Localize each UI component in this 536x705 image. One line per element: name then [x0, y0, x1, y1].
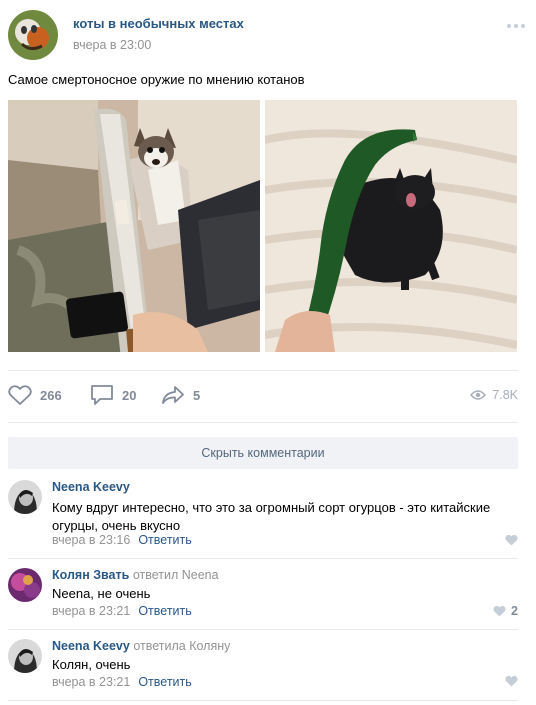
comment-count: 20	[122, 387, 137, 403]
eye-icon	[470, 390, 487, 400]
comment-text: Кому вдруг интересно, что это за огромны…	[52, 500, 491, 533]
heart-icon	[8, 385, 32, 405]
comment: Neena Keevy Кому вдруг интересно, что эт…	[8, 480, 518, 550]
comment-icon	[91, 385, 113, 405]
post-header: коты в необычных местах вчера в 23:00	[8, 10, 528, 62]
hide-comments-button[interactable]: Скрыть комментарии	[8, 437, 518, 469]
divider	[8, 629, 518, 630]
heart-icon	[505, 534, 518, 546]
comment-meta: вчера в 23:21 Ответить	[52, 604, 192, 618]
post-time[interactable]: вчера в 23:00	[73, 38, 151, 52]
views-count: 7.8K	[492, 388, 518, 402]
divider	[8, 422, 518, 423]
comment-like-button[interactable]	[505, 534, 518, 546]
comment-meta: вчера в 23:16 Ответить	[52, 533, 192, 547]
post-photo-1[interactable]	[8, 100, 260, 352]
heart-icon	[493, 605, 506, 617]
comment-header: Колян Звать ответил Neena	[52, 568, 219, 582]
comment-like-button[interactable]: 2	[493, 604, 518, 618]
post-actions: 266 20 5 7.8K	[8, 380, 518, 414]
comment-text: Колян, очень	[52, 657, 131, 672]
views-counter: 7.8K	[470, 388, 518, 402]
comment-author[interactable]: Neena Keevy	[52, 639, 130, 653]
reply-button[interactable]: Ответить	[138, 604, 191, 618]
avatar[interactable]	[8, 639, 42, 673]
like-count: 266	[40, 387, 62, 403]
share-icon	[162, 386, 184, 404]
post-text: Самое смертоносное оружие по мнению кота…	[8, 72, 305, 87]
comment-like-count: 2	[511, 604, 518, 618]
comment-author[interactable]: Колян Звать	[52, 568, 129, 582]
comment-date[interactable]: вчера в 23:21	[52, 604, 130, 618]
reply-to-link[interactable]: Neena	[182, 568, 219, 582]
more-options-icon[interactable]	[506, 20, 526, 32]
comment-meta: вчера в 23:21 Ответить	[52, 675, 192, 689]
group-avatar[interactable]	[8, 10, 58, 60]
reply-button[interactable]: Ответить	[138, 675, 191, 689]
comment-header: Neena Keevy	[52, 480, 130, 494]
post-photo-2[interactable]	[265, 100, 517, 352]
group-name[interactable]: коты в необычных местах	[73, 16, 244, 31]
replied-label: ответил	[132, 568, 179, 582]
comment-text: Neena, не очень	[52, 586, 151, 601]
comment-like-button[interactable]	[505, 675, 518, 687]
like-button[interactable]: 266	[8, 384, 62, 406]
reply-button[interactable]: Ответить	[138, 533, 191, 547]
divider	[8, 700, 518, 701]
comment: Neena Keevy ответила Коляну Колян, очень…	[8, 639, 518, 691]
comment-button[interactable]: 20	[90, 384, 136, 406]
avatar[interactable]	[8, 480, 42, 514]
avatar[interactable]	[8, 568, 42, 602]
comment: Колян Звать ответил Neena Neena, не очен…	[8, 568, 518, 620]
share-button[interactable]: 5	[161, 384, 200, 406]
comment-date[interactable]: вчера в 23:16	[52, 533, 130, 547]
replied-label: ответила	[133, 639, 186, 653]
divider	[8, 558, 518, 559]
comment-date[interactable]: вчера в 23:21	[52, 675, 130, 689]
divider	[8, 370, 518, 371]
share-count: 5	[193, 387, 201, 403]
heart-icon	[505, 675, 518, 687]
comment-author[interactable]: Neena Keevy	[52, 480, 130, 494]
comment-header: Neena Keevy ответила Коляну	[52, 639, 230, 653]
reply-to-link[interactable]: Коляну	[189, 639, 230, 653]
